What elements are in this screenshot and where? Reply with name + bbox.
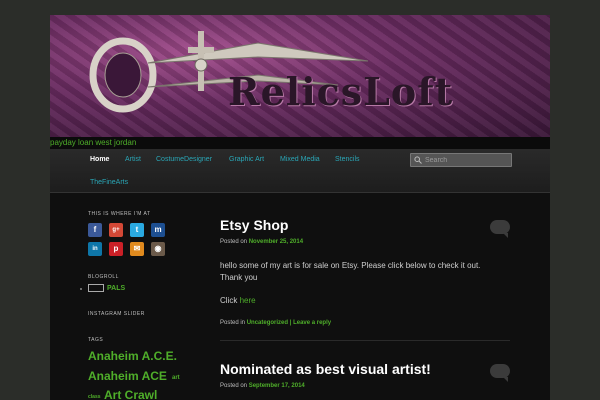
post-date-link[interactable]: September 17, 2014: [249, 383, 305, 389]
comment-bubble-icon[interactable]: [490, 220, 510, 238]
pinterest-icon[interactable]: p: [109, 242, 123, 256]
leave-reply-link[interactable]: Leave a reply: [293, 320, 331, 326]
page: RelicsLoft payday loan west jordan Home …: [50, 15, 550, 400]
post-title[interactable]: Nominated as best visual artist!: [220, 361, 431, 377]
post-title[interactable]: Etsy Shop: [220, 217, 288, 233]
post-body-line1: hello some of my art is for sale on Etsy…: [220, 261, 481, 270]
post-body-line2: Thank you: [220, 273, 258, 282]
meta-separator: |: [289, 320, 292, 326]
instagram-icon[interactable]: ◉: [151, 242, 165, 256]
tag-art[interactable]: art: [172, 375, 180, 381]
tag-class[interactable]: class: [88, 394, 101, 400]
post-date-line: Posted on September 17, 2014: [220, 383, 305, 389]
nav-thefinearts[interactable]: TheFineArts: [90, 178, 128, 188]
myspace-icon[interactable]: m: [151, 223, 165, 237]
rss-icon[interactable]: ✉: [130, 242, 144, 256]
nav-mixed-media[interactable]: Mixed Media: [280, 155, 320, 165]
list-bullet: [80, 288, 82, 290]
facebook-icon[interactable]: f: [88, 223, 102, 237]
tag-anaheim-ace-dots[interactable]: Anaheim A.C.E.: [88, 349, 177, 363]
category-link[interactable]: Uncategorized: [247, 320, 288, 326]
blogroll-image[interactable]: [88, 284, 104, 292]
site-logo-text: RelicsLoft: [228, 69, 454, 114]
comment-bubble-icon[interactable]: [490, 364, 510, 382]
header-banner[interactable]: RelicsLoft: [50, 15, 550, 137]
nav-costumedesigner[interactable]: CostumeDesigner: [156, 155, 212, 165]
click-label: Click: [220, 296, 238, 305]
tag-anaheim-ace[interactable]: Anaheim ACE: [88, 369, 167, 383]
widget-title-instagram: Instagram Slider: [88, 311, 145, 317]
nav-stencils[interactable]: Stencils: [335, 155, 360, 165]
post-meta: Posted in Uncategorized | Leave a reply: [220, 320, 331, 326]
here-link[interactable]: here: [240, 296, 256, 305]
posted-on-label: Posted on: [220, 383, 248, 389]
twitter-icon[interactable]: t: [130, 223, 144, 237]
post-body-click: Click here: [220, 295, 256, 307]
main-navigation: Home Artist CostumeDesigner Graphic Art …: [50, 149, 550, 193]
widget-title-where: This is where I'm at: [88, 211, 151, 217]
posted-in-label: Posted in: [220, 320, 246, 326]
post-date-line: Posted on November 25, 2014: [220, 239, 303, 245]
nav-graphic-art[interactable]: Graphic Art: [229, 155, 264, 165]
search-icon: [414, 156, 422, 164]
posted-on-label: Posted on: [220, 239, 248, 245]
linkedin-icon[interactable]: in: [88, 242, 102, 256]
blogroll-link-pals[interactable]: PALS: [107, 285, 125, 292]
nav-home[interactable]: Home: [90, 155, 109, 165]
search-input[interactable]: [425, 154, 511, 166]
tagline-link[interactable]: payday loan west jordan: [50, 137, 136, 149]
google-plus-icon[interactable]: g+: [109, 223, 123, 237]
widget-title-tags: Tags: [88, 337, 104, 343]
post-divider: [220, 340, 510, 341]
widget-title-blogroll: Blogroll: [88, 274, 119, 280]
tag-art-crawl[interactable]: Art Crawl: [104, 388, 157, 400]
nav-artist[interactable]: Artist: [125, 155, 141, 165]
tagline-bar: payday loan west jordan: [50, 137, 550, 149]
search-box[interactable]: [410, 153, 512, 167]
post-date-link[interactable]: November 25, 2014: [249, 239, 303, 245]
